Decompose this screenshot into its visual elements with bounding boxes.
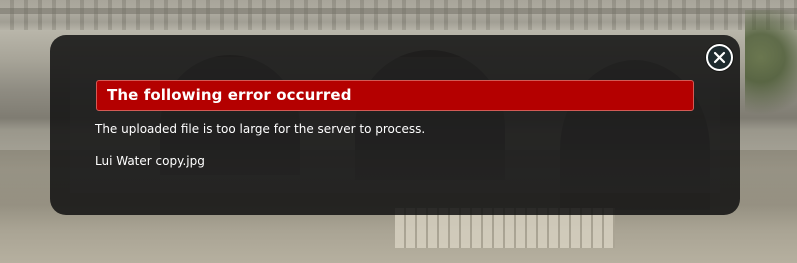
error-dialog: The following error occurred The uploade… [50,35,740,215]
background-bridge-ledge [0,8,797,14]
background-bridge-railing [0,0,797,30]
error-title: The following error occurred [96,80,694,111]
error-message: The uploaded file is too large for the s… [95,122,426,136]
background-foliage [745,10,797,130]
close-icon [713,51,726,64]
uploaded-file-name: Lui Water copy.jpg [95,154,205,168]
close-button[interactable] [706,44,733,71]
